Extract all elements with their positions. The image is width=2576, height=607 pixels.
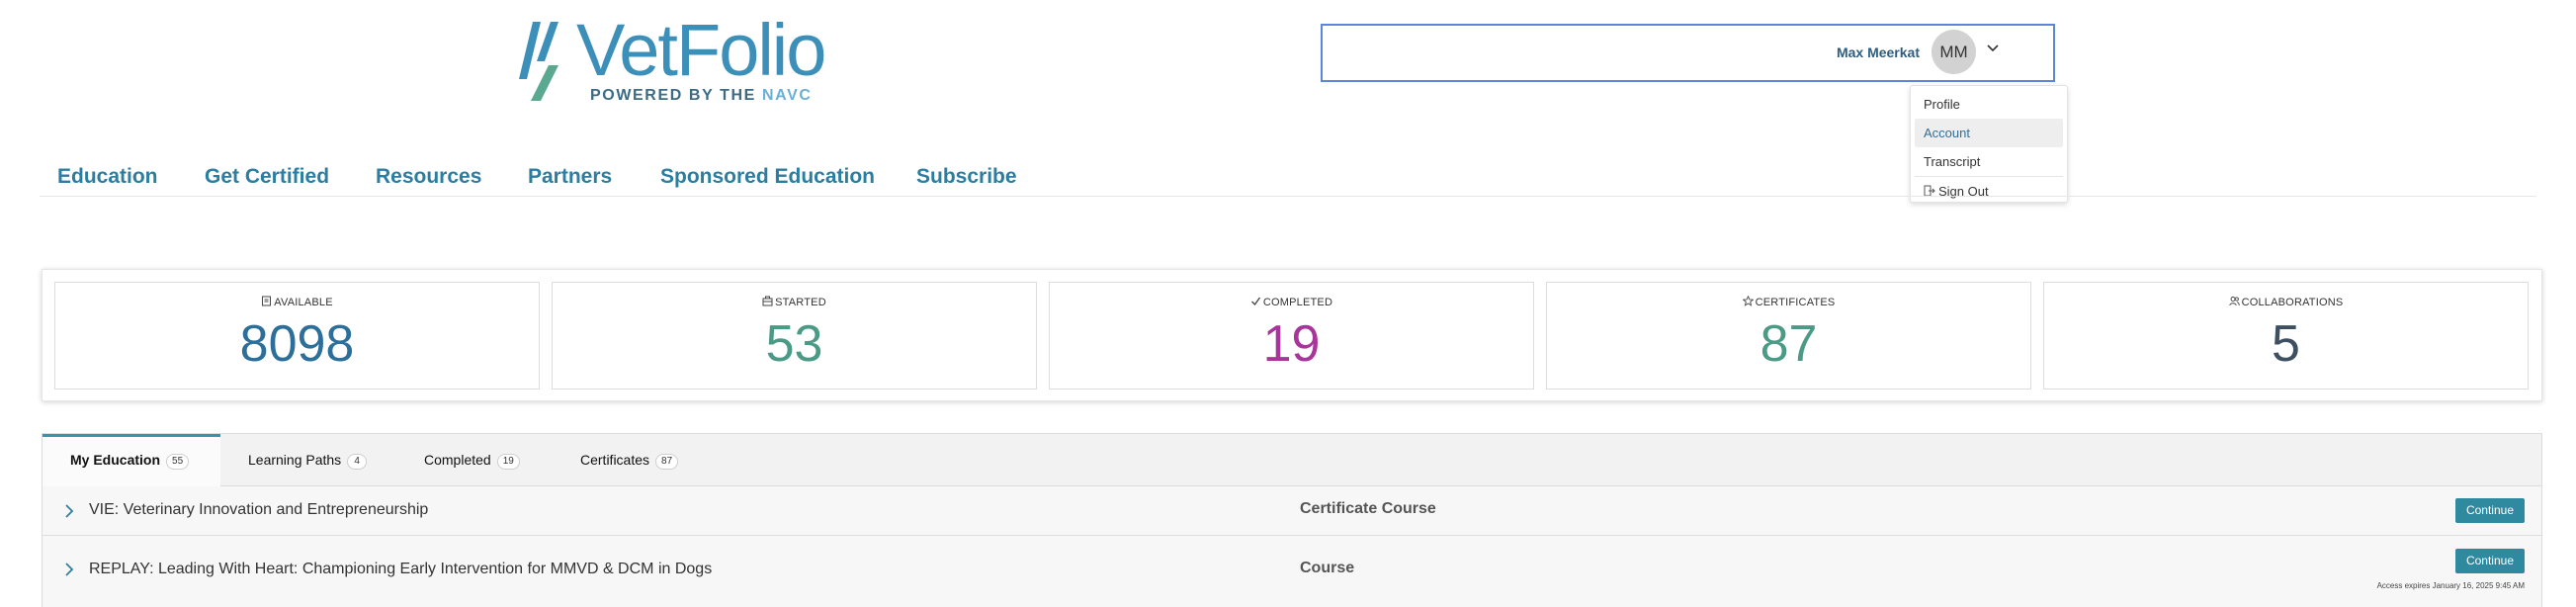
chevron-down-icon[interactable] xyxy=(1984,40,2002,57)
stat-collaborations[interactable]: COLLABORATIONS 5 xyxy=(2043,282,2529,390)
nav-subscribe[interactable]: Subscribe xyxy=(916,165,1017,189)
stat-value: 87 xyxy=(1760,315,1818,373)
nav-partners[interactable]: Partners xyxy=(528,165,612,189)
count-badge: 4 xyxy=(347,454,368,470)
logo-wordmark: VetFolio xyxy=(576,9,826,91)
course-row[interactable]: REPLAY: Leading With Heart: Championing … xyxy=(43,536,2541,607)
nav-resources[interactable]: Resources xyxy=(376,165,481,189)
tab-my-education[interactable]: My Education 55 xyxy=(43,434,220,486)
logo-tagline: POWERED BY THE NAVC xyxy=(590,87,813,104)
count-badge: 19 xyxy=(496,454,520,470)
avatar[interactable]: MM xyxy=(1932,30,1976,74)
stat-value: 8098 xyxy=(239,315,355,373)
tab-label: Completed xyxy=(424,452,491,468)
nav-education[interactable]: Education xyxy=(57,165,158,189)
tab-bar: My Education 55 Learning Paths 4 Completed… xyxy=(43,434,2541,486)
stat-completed[interactable]: COMPLETED 19 xyxy=(1049,282,1534,390)
tab-certificates[interactable]: Certificates 87 xyxy=(580,434,679,486)
tab-learning-paths[interactable]: Learning Paths 4 xyxy=(248,434,368,486)
continue-button[interactable]: Continue xyxy=(2454,549,2525,573)
access-expiry-note: Access expires January 16, 2025 9:45 AM xyxy=(2376,581,2525,590)
logo-mark-icon xyxy=(519,22,558,101)
star-icon xyxy=(1742,295,1755,306)
stat-label: COMPLETED xyxy=(1262,297,1333,308)
count-badge: 55 xyxy=(166,454,190,470)
course-row[interactable]: VIE: Veterinary Innovation and Entrepren… xyxy=(43,486,2541,536)
check-icon xyxy=(1250,297,1260,306)
stat-label: AVAILABLE xyxy=(274,297,333,308)
chevron-right-icon[interactable] xyxy=(62,503,76,519)
users-icon xyxy=(2228,297,2240,306)
chevron-right-icon[interactable] xyxy=(62,562,76,577)
continue-button[interactable]: Continue xyxy=(2454,498,2525,523)
vetfolio-logo[interactable]: VetFolio POWERED BY THE NAVC xyxy=(519,14,826,105)
book-icon xyxy=(262,296,272,306)
nav-sponsored-education[interactable]: Sponsored Education xyxy=(660,165,875,189)
stats-panel: AVAILABLE 8098 STARTED 53 COMPLETED 19 C… xyxy=(42,269,2542,401)
menu-item-profile[interactable]: Profile xyxy=(1915,90,2063,119)
user-menu-trigger[interactable]: Max Meerkat MM xyxy=(1321,24,2055,82)
tab-label: Certificates xyxy=(580,452,650,468)
nav-get-certified[interactable]: Get Certified xyxy=(205,165,329,189)
stat-value: 53 xyxy=(765,315,823,373)
course-type: Course xyxy=(1300,560,1355,576)
stat-value: 5 xyxy=(2272,315,2300,373)
bag-icon xyxy=(762,296,773,306)
course-title[interactable]: REPLAY: Leading With Heart: Championing … xyxy=(89,561,712,578)
stat-certificates[interactable]: CERTIFICATES 87 xyxy=(1546,282,2031,390)
education-panel: My Education 55 Learning Paths 4 Completed… xyxy=(42,433,2542,607)
tab-completed[interactable]: Completed 19 xyxy=(424,434,520,486)
stat-label: CERTIFICATES xyxy=(1755,297,1836,308)
tab-label: My Education xyxy=(70,452,161,468)
stat-label: STARTED xyxy=(775,297,826,308)
main-nav: Education Get Certified Resources Partne… xyxy=(40,163,2536,197)
stat-label: COLLABORATIONS xyxy=(2241,297,2344,308)
tab-label: Learning Paths xyxy=(248,452,342,468)
stat-available[interactable]: AVAILABLE 8098 xyxy=(54,282,540,390)
user-name: Max Meerkat xyxy=(1836,44,1920,60)
stat-started[interactable]: STARTED 53 xyxy=(552,282,1037,390)
stat-value: 19 xyxy=(1262,315,1321,373)
menu-item-account[interactable]: Account xyxy=(1915,119,2063,147)
count-badge: 87 xyxy=(655,454,679,470)
course-title[interactable]: VIE: Veterinary Innovation and Entrepren… xyxy=(89,501,428,519)
course-type: Certificate Course xyxy=(1300,500,1436,517)
